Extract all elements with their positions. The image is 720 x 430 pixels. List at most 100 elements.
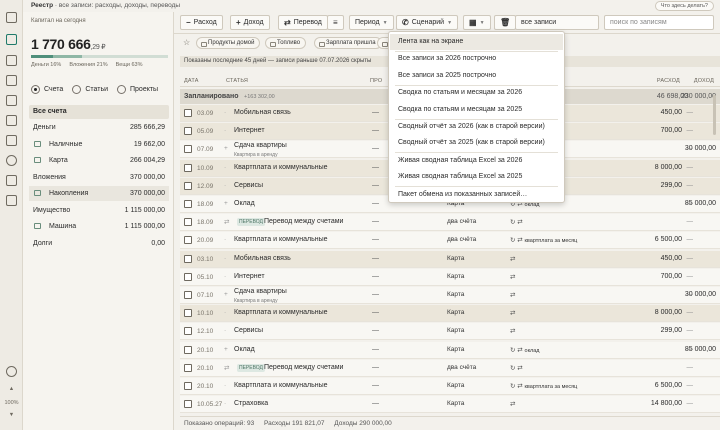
repeat-icon: ↻ ⇄ (510, 237, 523, 245)
row-checkbox[interactable] (184, 272, 192, 281)
wallet-icon[interactable] (6, 75, 17, 86)
row-flags: ↻ ⇄ квартплата за месяц (510, 382, 577, 390)
transfer-arrows-icon[interactable] (6, 34, 17, 45)
period-dropdown[interactable]: Период ▼ (349, 15, 394, 30)
zoom-in-icon[interactable]: ▲ (0, 386, 23, 392)
table-view-button[interactable]: ▦ ▼ (463, 15, 491, 30)
row-checkbox[interactable] (184, 382, 192, 390)
row-checkbox[interactable] (184, 363, 192, 372)
menu-item[interactable]: Все записи за 2025 построчно (390, 68, 563, 84)
table-row[interactable]: 10.10 · Квартплата и коммунальные — Карта 8 0… (180, 305, 720, 323)
col-date[interactable]: ДАТА (184, 78, 199, 84)
row-checkbox[interactable] (184, 236, 192, 245)
row-checkbox[interactable] (184, 109, 192, 117)
add-expense-button[interactable]: − Расход (180, 15, 223, 30)
row-checkbox[interactable] (184, 200, 192, 208)
account-row[interactable]: Долги 0,00 (29, 236, 169, 251)
mode-items[interactable]: Статьи (72, 85, 108, 94)
nav-rail: ▲ 100% ▼ (0, 0, 23, 430)
row-date: 20.10 (197, 383, 214, 390)
row-type-icon: ⇄ (224, 219, 230, 227)
row-checkbox[interactable] (184, 309, 192, 318)
archive-icon[interactable] (6, 195, 17, 206)
chip-fuel[interactable]: Топливо (265, 37, 307, 49)
calendar-icon[interactable] (6, 55, 17, 66)
table-row[interactable]: 05.10 · Интернет — Карта 700,00 ⇄ — (180, 268, 720, 286)
table-scrollbar[interactable] (713, 95, 716, 135)
row-project-dash: — (372, 254, 379, 262)
table-row[interactable]: 03.10 · Мобильная связь — Карта 450,00 ⇄ — (180, 250, 720, 268)
row-checkbox[interactable] (184, 254, 192, 263)
menu-item[interactable]: Сводный отчёт за 2025 (как в старой верс… (390, 135, 563, 151)
account-row[interactable]: Деньги 285 666,29 (29, 120, 169, 135)
table-row[interactable]: 10.05.27 · Страховка — Карта 14 800,00 ⇄ — (180, 396, 720, 414)
scenario-menu: Лента как на экране Все записи за 2026 по… (388, 31, 565, 203)
chip-groceries[interactable]: Продукты домой (196, 37, 261, 49)
row-checkbox[interactable] (184, 163, 192, 172)
ledger-icon[interactable] (6, 12, 17, 23)
row-account: Карта (447, 291, 465, 298)
table-icon[interactable] (6, 135, 17, 146)
row-item: Сервисы (234, 181, 264, 189)
row-checkbox[interactable] (184, 400, 192, 409)
account-row[interactable]: Машина 1 115 000,00 (29, 219, 169, 234)
row-checkbox[interactable] (184, 291, 192, 299)
mode-projects[interactable]: Проекты (117, 85, 158, 94)
account-row[interactable]: Накопления 370 000,00 (29, 186, 169, 201)
table-row[interactable]: 20.10 ⇄ ПЕРЕВОД Перевод между счетами — два с… (180, 359, 720, 377)
row-account: Карта (447, 400, 465, 408)
chip-salary[interactable]: Зарплата пришла (314, 37, 382, 49)
menu-item[interactable]: Все записи за 2026 построчно (390, 51, 563, 67)
menu-item[interactable]: Сводка по статьям и месяцам за 2025 (390, 102, 563, 118)
settings-icon[interactable] (6, 366, 17, 377)
menu-item[interactable]: Живая сводная таблица Excel за 2025 (390, 169, 563, 185)
menu-item[interactable]: Живая сводная таблица Excel за 2026 (390, 153, 563, 169)
row-checkbox[interactable] (184, 327, 192, 336)
col-item[interactable]: СТАТЬЯ (226, 78, 248, 84)
col-expense[interactable]: РАСХОД (657, 78, 680, 84)
scenario-dropdown[interactable]: ✆ Сценарий ▼ (396, 15, 459, 30)
table-row[interactable]: 20.10 + Оклад — Карта 85 000,00 ↻ ⇄ оклад — (180, 341, 720, 359)
menu-item[interactable]: Лента как на экране (390, 34, 563, 50)
search-input[interactable]: поиск по записям (604, 15, 714, 30)
row-type-icon: · (224, 327, 227, 335)
menu-item[interactable]: Пакет обмена из показанных записей… (390, 187, 563, 203)
table-row[interactable]: 20.09 · Квартплата и коммунальные — два счёт… (180, 232, 720, 250)
row-checkbox[interactable] (184, 345, 192, 354)
row-checkbox[interactable] (184, 127, 192, 136)
account-row[interactable]: Карта 266 004,29 (29, 153, 169, 168)
star-icon[interactable]: ☆ (183, 38, 190, 47)
table-row[interactable]: 12.10 · Сервисы — Карта 299,00 ⇄ — (180, 323, 720, 341)
account-row[interactable]: Наличные 19 662,00 (29, 137, 169, 152)
target-icon[interactable] (6, 155, 17, 166)
book-icon[interactable] (6, 115, 17, 126)
table-row[interactable]: 07.10 + Сдача квартиры Квартира в аренду — Ка… (180, 287, 720, 304)
table-row[interactable]: 20.10 · Квартплата и коммунальные — Карта 6 5… (180, 378, 720, 395)
row-tail-dash: — (686, 254, 694, 262)
delete-button[interactable]: 🗑 (494, 15, 517, 30)
mode-accounts[interactable]: Счета (31, 85, 63, 94)
all-accounts-item[interactable]: Все счета (29, 105, 169, 119)
wallet-icon (34, 140, 41, 147)
card-icon (34, 157, 41, 163)
table-row[interactable]: 18.09 ⇄ ПЕРЕВОД Перевод между счетами — два с… (180, 214, 720, 232)
menu-item[interactable]: Сводный отчёт за 2026 (как в старой верс… (390, 119, 563, 135)
add-income-button[interactable]: + Доход (230, 15, 270, 30)
row-checkbox[interactable] (184, 145, 192, 154)
row-account: два счёта (447, 236, 477, 244)
row-checkbox[interactable] (184, 218, 192, 227)
col-project[interactable]: ПРО (370, 78, 382, 84)
add-transfer-button[interactable]: ⇄ Перевод (278, 15, 328, 30)
col-income[interactable]: ДОХОД (694, 78, 714, 84)
account-row[interactable]: Имущество 1 115 000,00 (29, 203, 169, 218)
row-project: Квартира в аренду (234, 298, 278, 304)
zoom-out-icon[interactable]: ▼ (0, 412, 23, 418)
columns-button[interactable]: ≡ (327, 15, 344, 30)
row-checkbox[interactable] (184, 181, 192, 190)
layers-icon[interactable] (6, 95, 17, 106)
account-row[interactable]: Вложения 370 000,00 (29, 170, 169, 185)
phone-icon[interactable] (6, 175, 17, 186)
records-filter-select[interactable]: все записи (515, 15, 599, 30)
menu-item[interactable]: Сводка по статьям и месяцам за 2026 (390, 85, 563, 101)
help-button[interactable]: Что здесь делать? (654, 1, 714, 11)
